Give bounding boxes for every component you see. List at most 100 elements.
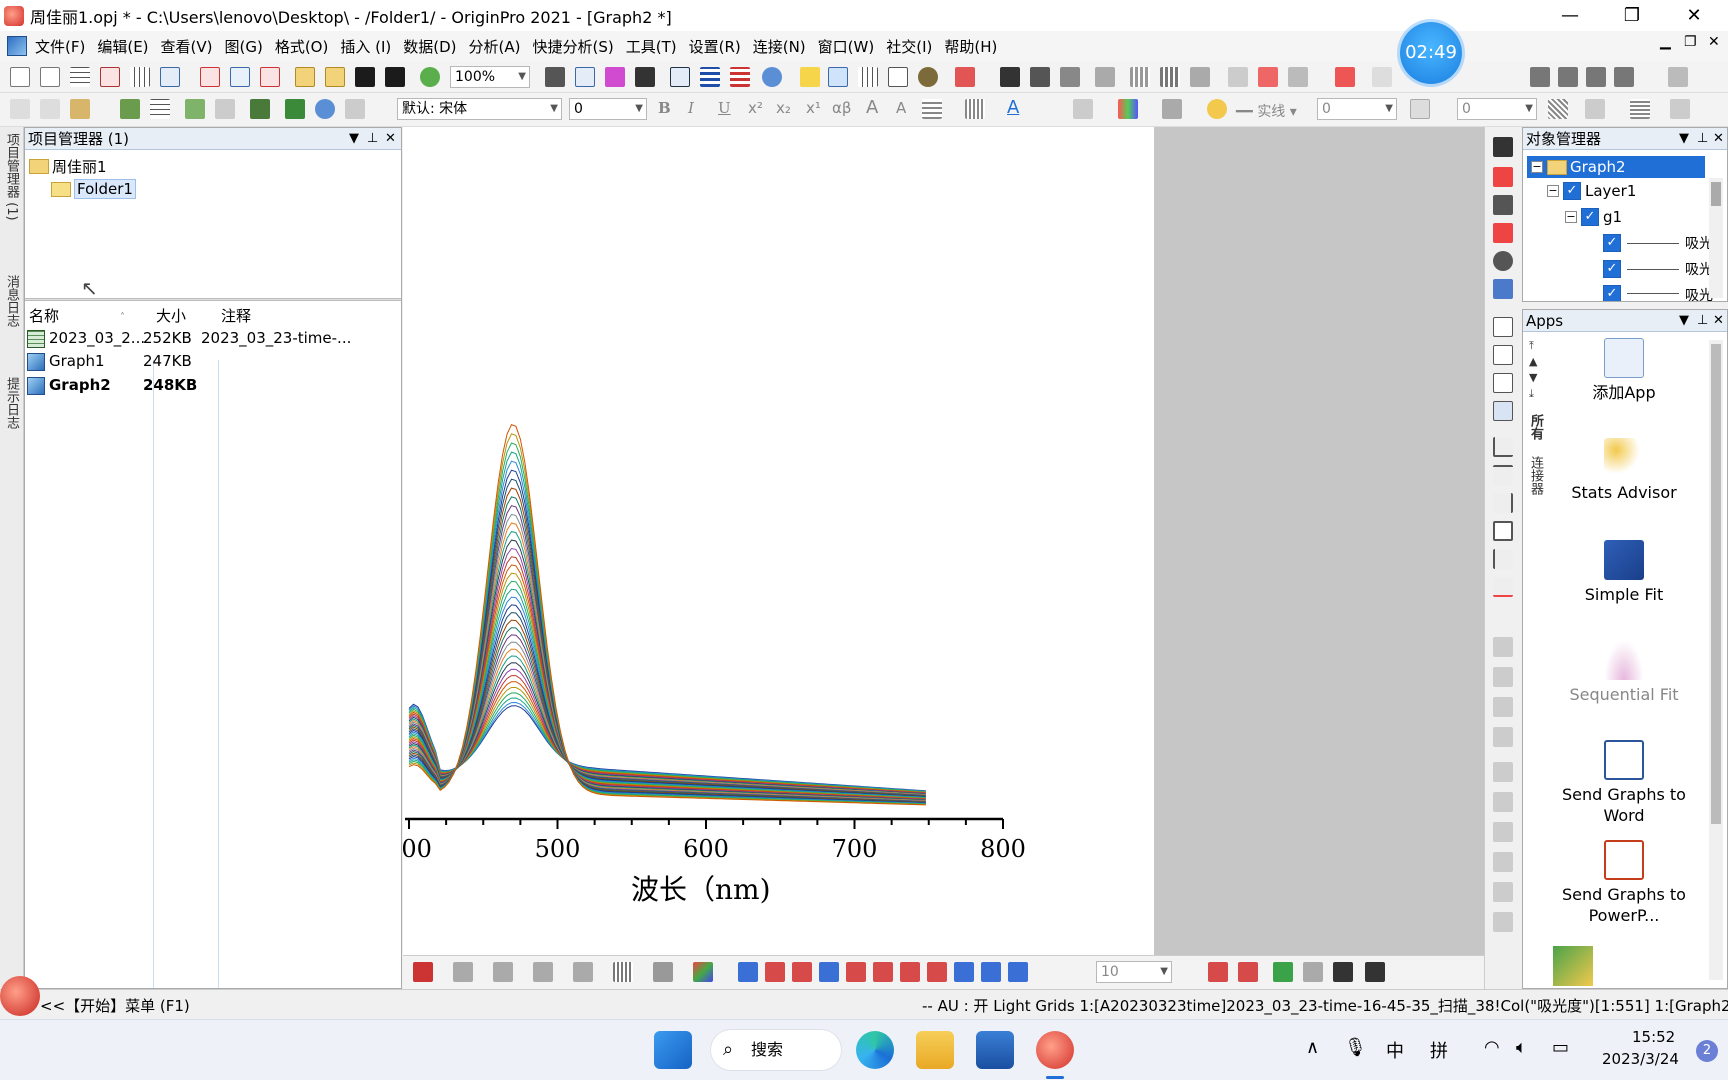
panel-close-icon[interactable]: ✕: [385, 128, 396, 150]
align-top-icon[interactable]: [900, 962, 920, 982]
remove-filter-icon[interactable]: [1258, 67, 1278, 87]
last-page-icon[interactable]: [1614, 67, 1634, 87]
fill-pattern-icon[interactable]: [1548, 99, 1568, 119]
export-icon[interactable]: [605, 67, 625, 87]
filter-options-icon[interactable]: [1288, 67, 1308, 87]
subscript-icon[interactable]: x₂: [776, 99, 791, 117]
menu-social[interactable]: 社交(I): [886, 36, 932, 57]
slideshow-icon[interactable]: [635, 67, 655, 87]
layout-2-icon[interactable]: [1493, 345, 1513, 365]
pin-icon[interactable]: ⊥: [1697, 310, 1708, 332]
font-color-icon[interactable]: A: [1007, 97, 1019, 118]
apps-scroll-buttons[interactable]: ⤒ ▲ ▼ ⤓: [1529, 338, 1545, 402]
menu-edit[interactable]: 编辑(E): [97, 36, 148, 57]
zoom-tool-icon[interactable]: [828, 67, 848, 87]
app-send-graphs-word[interactable]: Send Graphs to Word: [1553, 740, 1695, 826]
wifi-icon[interactable]: ◠: [1484, 1037, 1500, 1058]
column-chart-icon[interactable]: [1130, 67, 1150, 87]
plugin-icon[interactable]: [918, 67, 938, 87]
file-explorer-icon[interactable]: [916, 1031, 954, 1069]
command-window-icon[interactable]: [730, 67, 750, 87]
mdi-restore-button[interactable]: ❐: [1684, 34, 1697, 50]
menu-view[interactable]: 查看(V): [161, 36, 213, 57]
column-header-size[interactable]: 大小: [156, 305, 186, 326]
mdi-close-button[interactable]: ✕: [1708, 34, 1720, 50]
font-size-combo[interactable]: 0 ▼: [569, 98, 647, 120]
menu-file[interactable]: 文件(F): [35, 36, 85, 57]
new-project-icon[interactable]: [10, 67, 30, 87]
data-selector-icon[interactable]: [858, 67, 878, 87]
mdi-minimize-button[interactable]: ▁: [1660, 34, 1671, 50]
pattern-icon[interactable]: [965, 99, 985, 119]
om-g1-row[interactable]: − ✓ g1: [1565, 208, 1622, 226]
checkbox-icon[interactable]: ✓: [1563, 182, 1581, 200]
bar-chart-icon[interactable]: [1160, 67, 1180, 87]
tab-hint-log[interactable]: 提示日志: [3, 377, 21, 429]
frame-icon[interactable]: [653, 962, 673, 982]
fill-color-icon[interactable]: [1073, 99, 1093, 119]
arrange-3-icon[interactable]: [1493, 697, 1513, 717]
normalize-icon[interactable]: [1030, 67, 1050, 87]
om-series-row[interactable]: ✓ 吸光: [1603, 233, 1713, 253]
align-right-icon[interactable]: [873, 962, 893, 982]
insert-column-icon[interactable]: [185, 99, 205, 119]
axis-offset-icon[interactable]: [1493, 577, 1513, 597]
column-header-comment[interactable]: 注释: [221, 305, 251, 326]
notification-badge[interactable]: 2: [1696, 1040, 1718, 1062]
om-series-row[interactable]: ✓ 吸光: [1603, 285, 1713, 301]
align-left-icon[interactable]: [846, 962, 866, 982]
group-icon[interactable]: [954, 962, 974, 982]
app-stats-advisor[interactable]: Stats Advisor: [1553, 438, 1695, 503]
collapse-icon[interactable]: −: [1531, 161, 1543, 173]
screen-reader-icon[interactable]: [888, 67, 908, 87]
new-workbook-icon[interactable]: [70, 67, 90, 87]
arrange-8-icon[interactable]: [1493, 852, 1513, 872]
set-xy-icon[interactable]: [215, 99, 235, 119]
battery-icon[interactable]: ▭: [1552, 1037, 1569, 1058]
new-matrix-icon[interactable]: [130, 67, 150, 87]
om-scrollbar[interactable]: [1709, 178, 1723, 298]
decrease-font-icon[interactable]: A: [896, 99, 906, 117]
graph-page[interactable]: 400 500 600 700 800 波长（nm): [386, 127, 1154, 955]
scroll-thumb[interactable]: [1711, 344, 1721, 824]
border-icon[interactable]: [1410, 99, 1430, 119]
add-row-icon[interactable]: [150, 99, 170, 119]
rotate-tool-icon[interactable]: [1493, 251, 1513, 271]
menu-analysis[interactable]: 分析(A): [469, 36, 521, 57]
windows-start-icon[interactable]: [654, 1031, 692, 1069]
layout-1-icon[interactable]: [1493, 317, 1513, 337]
unmask-icon[interactable]: [1372, 67, 1392, 87]
tray-chevron-icon[interactable]: ∧: [1306, 1037, 1319, 1058]
panel-menu-icon[interactable]: ▼: [349, 128, 359, 150]
pin-icon[interactable]: ⊥: [367, 128, 378, 150]
copy-page-icon[interactable]: [575, 67, 595, 87]
line-color-icon[interactable]: [1162, 99, 1182, 119]
3d-shape-icon[interactable]: [573, 962, 593, 982]
app-sequential-fit[interactable]: Sequential Fit: [1553, 640, 1695, 705]
align-bottom-icon[interactable]: [927, 962, 947, 982]
print-icon[interactable]: [545, 67, 565, 87]
checkbox-icon[interactable]: ✓: [1603, 234, 1621, 252]
axis-left-icon[interactable]: [1493, 549, 1513, 569]
scroll-thumb[interactable]: [1711, 182, 1721, 206]
rotate-icon[interactable]: [1008, 962, 1028, 982]
prev-page-icon[interactable]: [1558, 67, 1578, 87]
data-reader-tool-icon[interactable]: [1493, 279, 1513, 299]
superscript-icon[interactable]: x²: [748, 99, 763, 117]
panel-close-icon[interactable]: ✕: [1713, 310, 1724, 332]
italic-icon[interactable]: I: [688, 99, 694, 117]
zoom-combo[interactable]: 100% ▼: [450, 66, 530, 88]
arrow-both-icon[interactable]: [1365, 962, 1385, 982]
results-log-icon[interactable]: [700, 67, 720, 87]
axis-box-icon[interactable]: [1493, 521, 1513, 541]
pointer-icon[interactable]: [1493, 137, 1513, 157]
menu-format[interactable]: 格式(O): [275, 36, 329, 57]
arrange-2-icon[interactable]: [1493, 667, 1513, 687]
new-layout-icon[interactable]: [200, 67, 220, 87]
stack-icon[interactable]: [250, 99, 270, 119]
fit-page-icon[interactable]: [1208, 962, 1228, 982]
new-excel-icon[interactable]: [260, 67, 280, 87]
underline-icon[interactable]: U: [718, 99, 731, 117]
forward-icon[interactable]: [792, 962, 812, 982]
data-plot-icon[interactable]: [413, 962, 433, 982]
